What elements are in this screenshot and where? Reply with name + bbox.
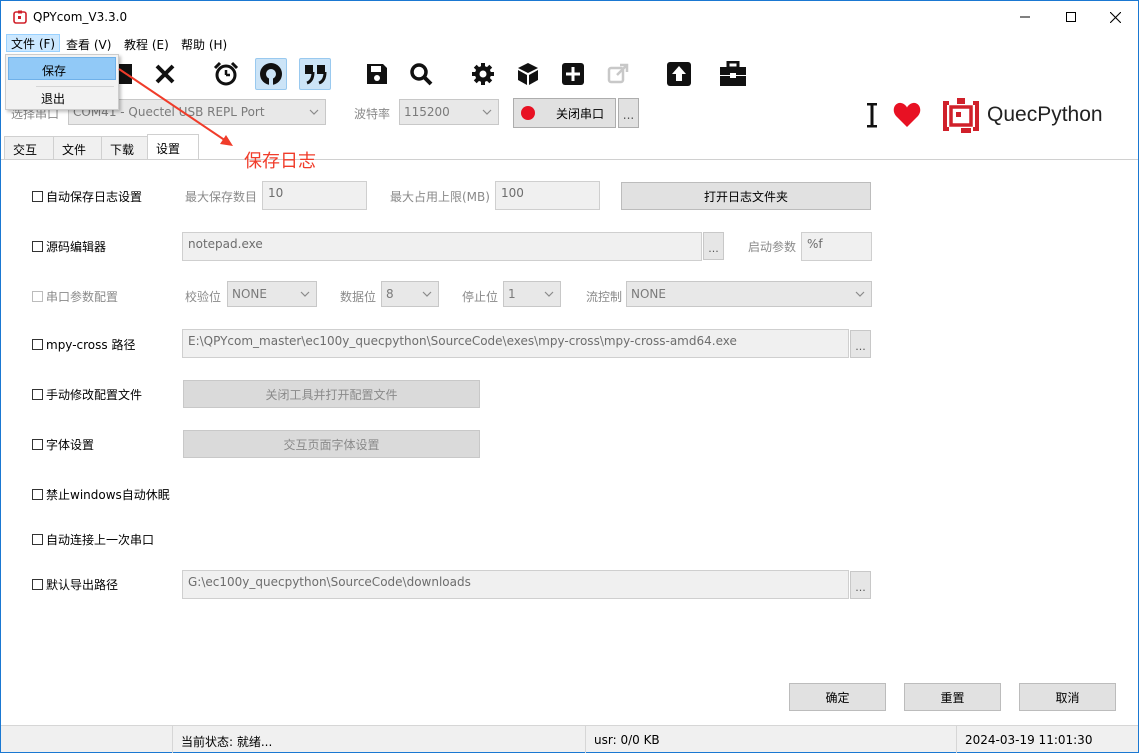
font-settings-checkbox[interactable]: 字体设置	[32, 436, 94, 453]
settings-panel: 自动保存日志设置 最大保存数目 10 最大占用上限(MB) 100 打开日志文件…	[1, 159, 1138, 725]
launch-param-input[interactable]: %f	[801, 232, 872, 261]
export-path-checkbox[interactable]: 默认导出路径	[32, 576, 118, 593]
status-spacer	[1, 726, 173, 753]
chevron-down-icon	[544, 291, 554, 297]
stopbits-label: 停止位	[462, 290, 499, 304]
chevron-down-icon	[422, 291, 432, 297]
mpy-cross-path-input[interactable]: E:\QPYcom_master\ec100y_quecpython\Sourc…	[182, 329, 849, 358]
disable-sleep-checkbox[interactable]: 禁止windows自动休眠	[32, 486, 170, 503]
reset-button[interactable]: 重置	[904, 683, 1001, 711]
source-editor-input[interactable]: notepad.exe	[182, 232, 702, 261]
export-path-browse-button[interactable]: ...	[850, 571, 871, 599]
source-editor-browse-button[interactable]: ...	[703, 232, 724, 260]
cancel-button[interactable]: 取消	[1019, 683, 1116, 711]
status-state: 当前状态: 就绪...	[173, 726, 586, 753]
export-path-input[interactable]: G:\ec100y_quecpython\SourceCode\download…	[182, 570, 849, 599]
mpy-cross-browse-button[interactable]: ...	[850, 330, 871, 358]
chevron-down-icon	[300, 291, 310, 297]
annotation-arrow	[118, 68, 233, 146]
chevron-down-icon	[855, 291, 865, 297]
ok-button[interactable]: 确定	[789, 683, 886, 711]
interact-font-button: 交互页面字体设置	[183, 430, 480, 458]
flow-control-select: NONE	[626, 281, 872, 307]
parity-label: 校验位	[185, 290, 222, 304]
serial-params-checkbox: 串口参数配置	[32, 288, 118, 305]
manual-config-checkbox[interactable]: 手动修改配置文件	[32, 386, 142, 403]
databits-label: 数据位	[340, 290, 377, 304]
databits-select: 8	[381, 281, 439, 307]
status-bar: 当前状态: 就绪... usr: 0/0 KB 2024-03-19 11:01…	[1, 725, 1138, 753]
parity-select: NONE	[227, 281, 317, 307]
flow-control-label: 流控制	[586, 290, 623, 304]
app-window: QPYcom_V3.3.0 文件 (F) 查看 (V) 教程 (E) 帮助 (H…	[0, 0, 1139, 753]
launch-param-label: 启动参数	[748, 240, 797, 254]
mpy-cross-checkbox[interactable]: mpy-cross 路径	[32, 336, 135, 353]
status-usr: usr: 0/0 KB	[586, 726, 957, 753]
status-datetime: 2024-03-19 11:01:30	[965, 733, 1093, 747]
open-config-file-button: 关闭工具并打开配置文件	[183, 380, 480, 408]
auto-connect-checkbox[interactable]: 自动连接上一次串口	[32, 531, 154, 548]
annotation-label: 保存日志	[244, 151, 316, 172]
source-editor-checkbox[interactable]: 源码编辑器	[32, 238, 106, 255]
stopbits-select: 1	[503, 281, 561, 307]
